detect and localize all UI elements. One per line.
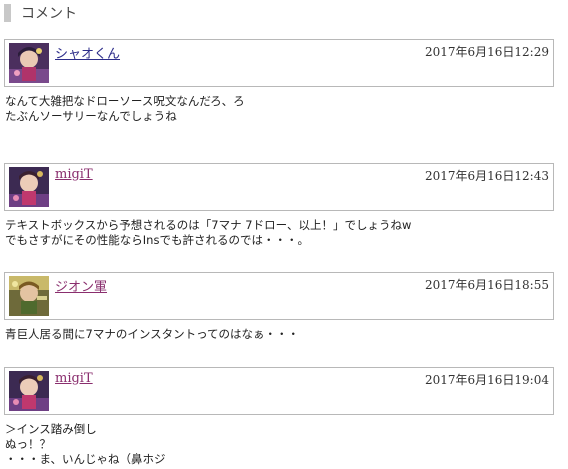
comment-timestamp: 2017年6月16日12:43 xyxy=(424,169,549,183)
comment-body: テキストボックスから予想されるのは「7マナ 7ドロー、以上！」でしょうねw でも… xyxy=(5,218,412,247)
comment-author-link[interactable]: ジオン軍 xyxy=(55,276,107,295)
avatar-character-icon[interactable] xyxy=(9,43,49,83)
comment-author-link[interactable]: migiT xyxy=(55,167,93,182)
comment-author-link[interactable]: migiT xyxy=(55,371,93,386)
comment-body: 青巨人居る間に7マナのインスタントってのはなぁ・・・ xyxy=(5,327,300,341)
avatar-character-icon[interactable] xyxy=(9,276,49,316)
avatar-character-icon[interactable] xyxy=(9,167,49,207)
comment-timestamp: 2017年6月16日12:29 xyxy=(424,45,549,59)
comment-header-box: migiT 2017年6月16日19:04 xyxy=(4,367,554,415)
comment-body: なんて大雑把なドローソース呪文なんだろ、ろ たぶんソーサリーなんでしょうね xyxy=(5,94,245,123)
comment-timestamp: 2017年6月16日18:55 xyxy=(424,278,549,292)
comment-header-box: ジオン軍 2017年6月16日18:55 xyxy=(4,272,554,320)
section-title: コメント xyxy=(21,6,77,22)
avatar-character-icon[interactable] xyxy=(9,371,49,411)
comment-header-box: migiT 2017年6月16日12:43 xyxy=(4,163,554,211)
comment-body: ＞インス踏み倒し ぬっ！？ ・・・ま、いんじゃね（鼻ホジ xyxy=(5,422,166,466)
comment-timestamp: 2017年6月16日19:04 xyxy=(424,373,549,387)
comments-section-header: コメント xyxy=(4,3,77,23)
section-header-bar xyxy=(4,4,11,22)
comment-author-link[interactable]: シャオくん xyxy=(55,43,120,62)
comment-header-box: シャオくん 2017年6月16日12:29 xyxy=(4,39,554,87)
